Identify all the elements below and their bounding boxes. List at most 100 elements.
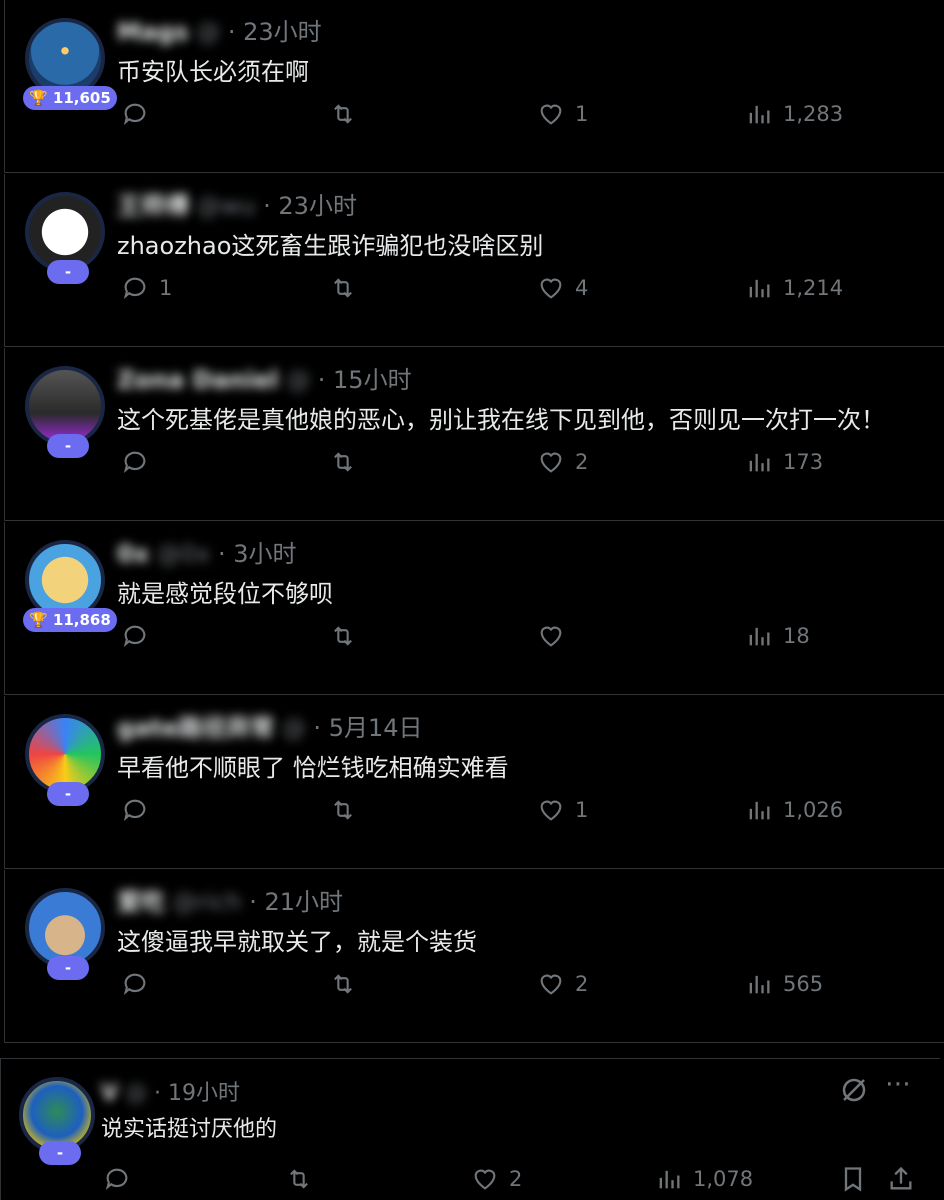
trophy-icon: 🏆 (29, 611, 48, 629)
timestamp[interactable]: 3小时 (233, 540, 296, 568)
author-handle[interactable]: @0x (157, 540, 210, 568)
reply-text: 币安队长必须在啊 (117, 58, 309, 86)
views-button[interactable]: 1,283 (745, 94, 843, 134)
separator: · (313, 714, 322, 742)
repost-icon (334, 800, 352, 820)
timestamp[interactable]: 23小时 (243, 18, 322, 46)
author-handle[interactable]: @ (196, 18, 220, 46)
like-button[interactable]: 1 (537, 790, 588, 830)
grok-icon[interactable] (839, 1075, 869, 1105)
share-icon (890, 1166, 912, 1190)
like-count: 2 (575, 972, 589, 996)
trophy-icon: 🏆 (29, 89, 48, 107)
author-handle[interactable]: @wu (197, 192, 256, 220)
author-name[interactable]: gate路径异常 (117, 714, 274, 742)
like-button[interactable]: 2 (537, 442, 588, 482)
reply-item[interactable]: 🏆 11,868 0x @0x · 3小时 就是感觉段位不够呗 18 (4, 522, 944, 695)
reply-header: gate路径异常 @ · 5月14日 (117, 708, 423, 743)
reply-button[interactable] (121, 616, 159, 656)
repost-button[interactable] (329, 790, 357, 830)
views-button[interactable]: 1,026 (745, 790, 843, 830)
reply-text: zhaozhao这死畜生跟诈骗犯也没啥区别 (117, 232, 544, 260)
author-name[interactable]: 0x (117, 540, 149, 568)
reply-button[interactable] (121, 964, 159, 1004)
repost-button[interactable] (329, 268, 357, 308)
reply-text: 这个死基佬是真他娘的恶心，别让我在线下见到他，否则见一次打一次！ (117, 406, 885, 434)
reply-button[interactable] (103, 1159, 141, 1199)
timestamp[interactable]: 19小时 (168, 1081, 240, 1106)
separator: · (227, 18, 236, 46)
timestamp[interactable]: 15小时 (333, 366, 412, 394)
reply-icon (123, 103, 146, 126)
repost-button[interactable] (329, 94, 357, 134)
author-name[interactable]: Zona Daniel (117, 366, 278, 394)
more-options-icon[interactable]: ⋯ (885, 1069, 911, 1099)
repost-icon (334, 452, 352, 472)
level-badge: 🏆 11,605 (23, 86, 117, 110)
reply-icon (123, 277, 146, 300)
reply-button[interactable] (121, 442, 159, 482)
views-icon (749, 279, 770, 298)
like-count: 2 (509, 1167, 523, 1191)
views-button[interactable]: 18 (745, 616, 810, 656)
action-bar: 2 173 (121, 442, 861, 482)
author-name[interactable]: Mags (117, 18, 189, 46)
repost-icon (334, 974, 352, 994)
level-badge: - (39, 1141, 81, 1165)
author-name[interactable]: 爱吃 (117, 888, 165, 916)
views-button[interactable]: 173 (745, 442, 823, 482)
views-count: 565 (783, 972, 824, 996)
reply-header: 王师傅 @wu · 23小时 (117, 186, 357, 221)
author-handle[interactable]: @rich (173, 888, 242, 916)
timestamp[interactable]: 21小时 (265, 888, 344, 916)
repost-button[interactable] (285, 1159, 313, 1199)
views-icon (749, 801, 770, 820)
author-name[interactable]: 王师傅 (117, 192, 189, 220)
repost-button[interactable] (329, 964, 357, 1004)
reply-item[interactable]: - 爱吃 @rich · 21小时 这傻逼我早就取关了，就是个装货 2 565 (4, 870, 944, 1043)
action-bar: 2 1,078 (103, 1159, 923, 1199)
level-value: - (64, 785, 72, 803)
reply-text: 这傻逼我早就取关了，就是个装货 (117, 928, 477, 956)
like-button[interactable]: 2 (537, 964, 588, 1004)
reply-button[interactable]: 1 (121, 268, 172, 308)
like-count: 2 (575, 450, 589, 474)
bookmark-button[interactable] (839, 1159, 867, 1199)
repost-button[interactable] (329, 616, 357, 656)
views-button[interactable]: 1,078 (655, 1159, 753, 1199)
level-badge: - (47, 782, 89, 806)
views-icon (749, 975, 770, 994)
reply-item-last[interactable]: - V @ · 19小时 ⋯ 说实话挺讨厌他的 2 1,078 (0, 1058, 940, 1200)
reply-header: 0x @0x · 3小时 (117, 534, 297, 569)
like-button[interactable]: 2 (471, 1159, 522, 1199)
timestamp[interactable]: 23小时 (278, 192, 357, 220)
share-button[interactable] (887, 1159, 915, 1199)
author-handle[interactable]: @ (286, 366, 310, 394)
repost-icon (334, 278, 352, 298)
heart-icon (474, 1169, 496, 1190)
views-button[interactable]: 565 (745, 964, 823, 1004)
level-value: - (64, 263, 72, 281)
reply-item[interactable]: 🏆 11,605 Mags @ · 23小时 币安队长必须在啊 1 1,283 (4, 0, 944, 173)
views-icon (749, 453, 770, 472)
heart-icon (540, 452, 562, 473)
action-bar: 2 565 (121, 964, 861, 1004)
reply-item[interactable]: - Zona Daniel @ · 15小时 这个死基佬是真他娘的恶心，别让我在… (4, 348, 944, 521)
reply-item[interactable]: - gate路径异常 @ · 5月14日 早看他不顺眼了 恰烂钱吃相确实难看 1… (4, 696, 944, 869)
author-name[interactable]: V (101, 1081, 118, 1106)
reply-item[interactable]: - 王师傅 @wu · 23小时 zhaozhao这死畜生跟诈骗犯也没啥区别 1… (4, 174, 944, 347)
like-button[interactable]: 4 (537, 268, 588, 308)
reply-button[interactable] (121, 94, 159, 134)
level-value: - (64, 437, 72, 455)
like-button[interactable]: 1 (537, 94, 588, 134)
author-handle[interactable]: @ (282, 714, 306, 742)
repost-button[interactable] (329, 442, 357, 482)
action-bar: 18 (121, 616, 861, 656)
author-handle[interactable]: @ (125, 1081, 147, 1106)
like-button[interactable] (537, 616, 575, 656)
reply-button[interactable] (121, 790, 159, 830)
reply-header: V @ · 19小时 (101, 1075, 240, 1107)
views-count: 1,078 (693, 1167, 754, 1191)
views-button[interactable]: 1,214 (745, 268, 843, 308)
timestamp[interactable]: 5月14日 (329, 714, 423, 742)
